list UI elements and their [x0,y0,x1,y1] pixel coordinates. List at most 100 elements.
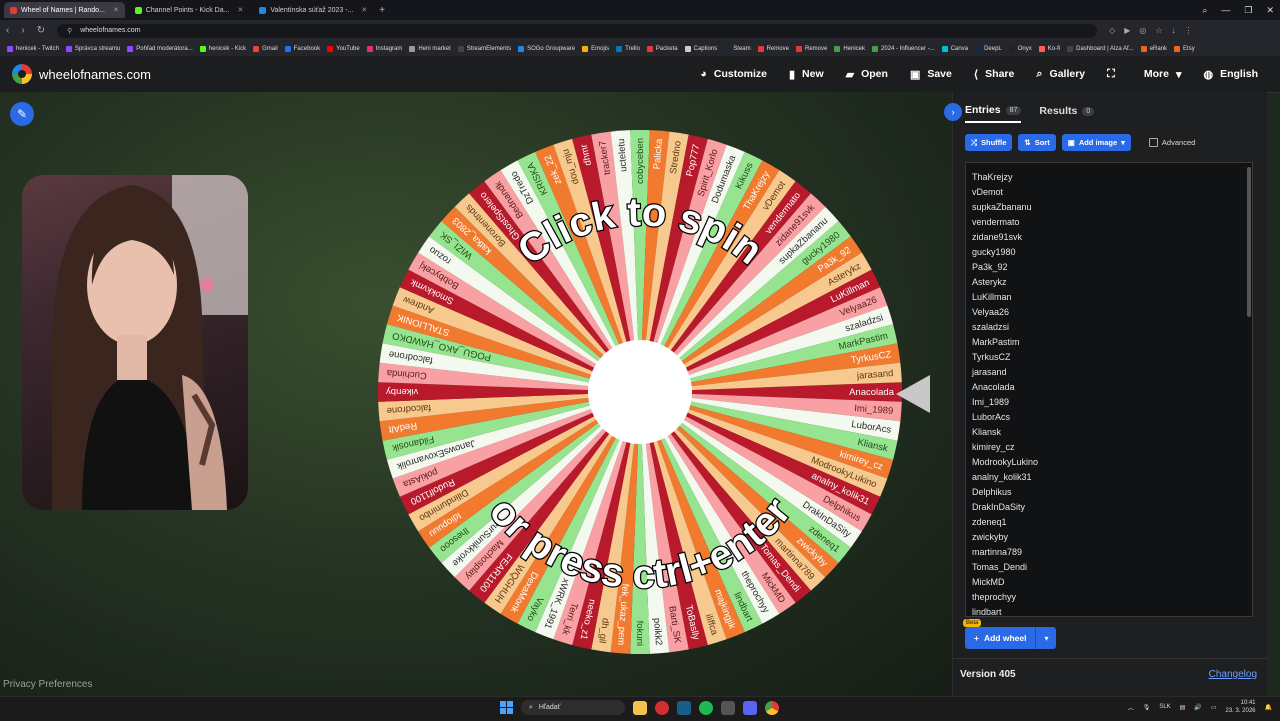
entry-line: zdeneq1 [972,517,1007,527]
bookmark-item[interactable]: henicek - Kick [199,45,246,52]
spin-wheel[interactable]: Anacolada Imi_1989 LuborAcs Kliansk kimirey_… [376,128,904,656]
entry-line: lindbart [972,607,1002,617]
new-tab-icon[interactable]: + [379,5,385,16]
tab-entries[interactable]: Entries 87 [965,104,1022,123]
bookmark-item[interactable]: Facebook [284,45,320,52]
chrome-icon[interactable] [765,700,779,715]
network-icon[interactable]: ▤ [1180,704,1186,711]
bookmark-item[interactable]: DeepL [975,45,1002,52]
bookmark-item[interactable]: Henicek [834,45,865,52]
site-logo[interactable]: wheelofnames.com [12,64,151,84]
close-icon[interactable]: ✕ [361,6,367,14]
app-icon[interactable] [721,700,735,715]
bookmark-item[interactable]: Pohľad moderátora... [127,45,193,52]
advanced-checkbox[interactable]: Advanced [1148,138,1195,147]
add-wheel-button[interactable]: + Add wheel [965,627,1036,649]
extension-icon[interactable]: ☆ [1155,26,1162,35]
minimize-icon[interactable]: — [1221,5,1230,15]
browser-tab[interactable]: Valentínska súťaž 2023 -... ✕ [253,2,373,18]
menu-customize-button[interactable]: ◕ Customize [700,68,767,80]
bookmark-item[interactable]: Ko-fi [1038,45,1060,52]
edit-pencil-icon[interactable]: ✎ [10,102,34,126]
menu-share-button[interactable]: ⟨ Share [974,68,1014,81]
download-icon[interactable]: ↓ [1172,26,1176,35]
bookmark-item[interactable]: Trello [616,45,640,52]
browser-tab[interactable]: Wheel of Names | Rando... ✕ [4,2,125,18]
bookmark-item[interactable]: Onyx [1008,45,1032,52]
menu-open-button[interactable]: ▰ Open [846,68,888,81]
maximize-icon[interactable]: ❐ [1244,5,1252,16]
close-icon[interactable]: ✕ [237,6,243,14]
close-icon[interactable]: ✕ [113,6,119,14]
spotify-icon[interactable] [699,700,713,715]
url-field[interactable]: ⚲ wheelofnames.com [57,23,1098,38]
changelog-link[interactable]: Changelog [1209,669,1257,680]
microphone-icon[interactable]: 🎙 [1143,704,1151,711]
bookmark-item[interactable]: Správca streamu [65,45,120,52]
wheel-hub[interactable] [588,340,692,444]
bookmark-item[interactable]: Dashboard | Alza Af... [1067,45,1134,52]
menu-icon[interactable]: ⋮ [1185,26,1193,35]
discord-icon[interactable] [743,700,757,715]
windows-start-icon[interactable] [500,701,513,714]
tab-label: Results [1039,105,1078,117]
privacy-preferences-link[interactable]: Privacy Preferences [3,679,92,690]
extension-icon[interactable]: ▶ [1124,26,1130,35]
reload-icon[interactable]: ↻ [37,25,45,36]
bookmark-item[interactable]: Steam [724,45,751,52]
bookmark-item[interactable]: StreamElements [457,45,511,52]
battery-icon[interactable]: ▭ [1211,704,1217,711]
file-explorer-icon[interactable] [633,700,647,715]
browser-tab[interactable]: Channel Points - Kick Da... ✕ [129,2,250,18]
forward-icon[interactable]: › [21,25,24,36]
bookmark-item[interactable]: henicek - Twitch [7,45,59,52]
menu-english-button[interactable]: ◍ English [1203,68,1258,81]
collapse-panel-icon[interactable]: › [944,103,962,121]
bookmark-favicon-icon [409,45,416,52]
volume-icon[interactable]: 🔊 [1194,704,1201,711]
back-icon[interactable]: ‹ [6,25,9,36]
close-window-icon[interactable]: ✕ [1266,5,1274,16]
bookmark-item[interactable]: Heni market [409,45,451,52]
notifications-icon[interactable]: 🔔 [1265,704,1272,711]
tab-results[interactable]: Results 0 [1039,104,1095,123]
tab-title: Channel Points - Kick Da... [145,6,230,14]
menu-new-button[interactable]: ▮ New [789,68,824,81]
site-info-icon[interactable]: ⚲ [67,27,72,35]
bookmark-item[interactable]: Captions [684,45,717,52]
bookmark-item[interactable]: Remove [795,45,827,52]
menu-more-button[interactable]: More ▾ [1144,68,1182,81]
bookmark-item[interactable]: eRank [1140,45,1167,52]
bookmark-item[interactable]: Remove [757,45,789,52]
opera-browser-icon[interactable] [655,700,669,715]
tray-chevron-icon[interactable]: ︿ [1128,703,1134,712]
bookmark-item[interactable]: Etsy [1174,45,1195,52]
bookmark-item[interactable]: Instagram [366,45,402,52]
add-image-button[interactable]: ▣ Add image ▾ [1061,134,1131,151]
clock-date: 23. 3. 2026 [1225,708,1256,714]
entries-textarea[interactable]: ThaKrejzy vDemot supkaZbananu vendermato zid… [965,162,1253,617]
language-indicator[interactable]: SLK [1159,704,1170,710]
menu-save-button[interactable]: ▣ Save [910,68,952,81]
bookmark-item[interactable]: SOGo Groupware [518,45,575,52]
bookmark-item[interactable]: 2024 - Influencer -... [872,45,935,52]
bookmark-item[interactable]: Gmail [253,45,278,52]
bookmark-item[interactable]: Packeta [646,45,678,52]
extension-icon[interactable]: ◇ [1109,26,1115,35]
menu-fullscreen-button[interactable]: ⛶ [1107,68,1122,81]
entry-line: LuborAcs [972,412,1011,422]
shuffle-button[interactable]: ⤮ Shuffle [965,134,1013,151]
clock[interactable]: 10:41 23. 3. 2026 [1225,699,1255,715]
checkbox-box[interactable] [1148,138,1158,147]
taskbar-search[interactable]: ⌕ Hľadať [521,700,625,715]
bookmark-item[interactable]: YouTube [327,45,360,52]
sort-button[interactable]: ⇅ Sort [1018,134,1056,151]
extension-icon[interactable]: ◎ [1139,26,1146,35]
menu-gallery-button[interactable]: ⌕ Gallery [1036,68,1085,81]
steam-icon[interactable] [677,700,691,715]
bookmark-item[interactable]: Emojis [582,45,609,52]
search-tabs-icon[interactable]: ⌕ [1202,5,1207,16]
entries-scrollbar[interactable] [1247,167,1251,317]
add-wheel-dropdown[interactable]: ▾ [1035,627,1057,649]
bookmark-item[interactable]: Canva [941,45,968,52]
